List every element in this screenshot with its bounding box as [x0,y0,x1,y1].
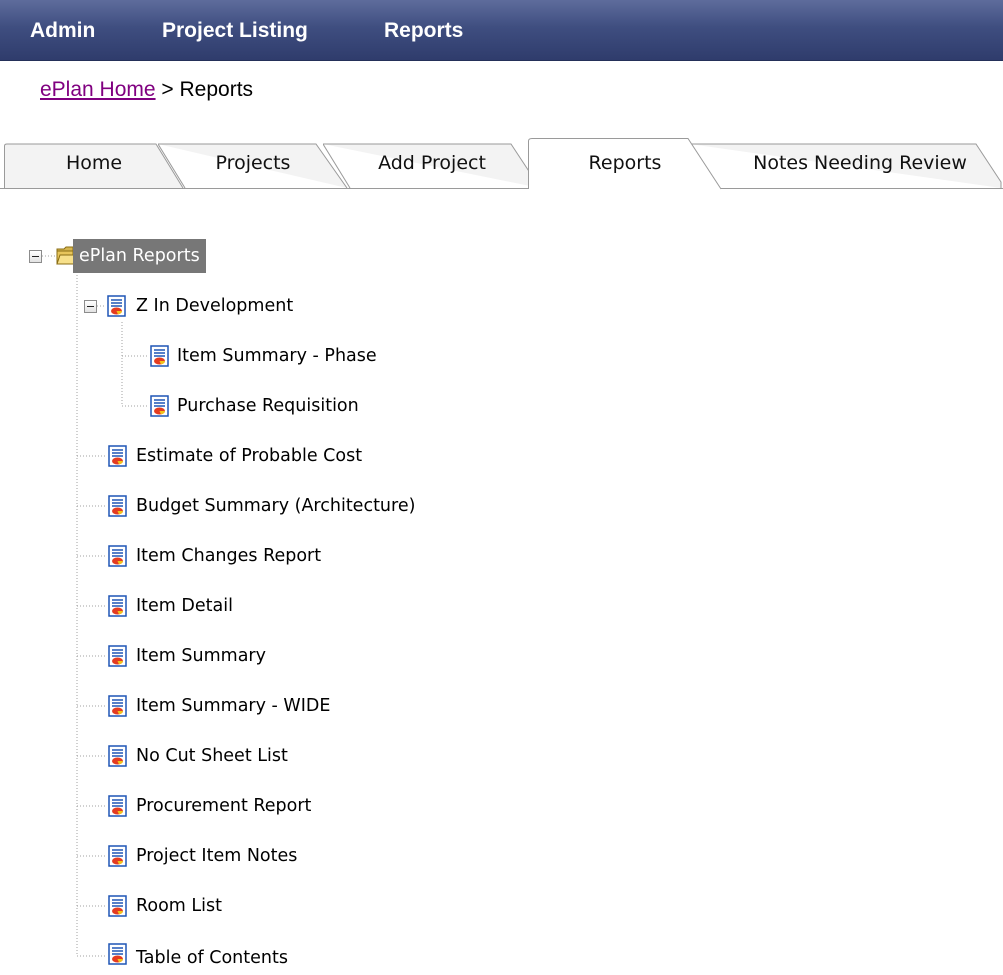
breadcrumb: ePlan Home > Reports [40,78,253,102]
tree-leaf-node[interactable]: No Cut Sheet List [107,739,527,773]
tab-notes-needing-review-label: Notes Needing Review [753,152,967,174]
report-icon [108,845,127,867]
tree-leaf-node[interactable]: Item Summary - WIDE [107,689,527,723]
tree-leaf-label: Item Summary [136,646,266,666]
tree-leaf-node[interactable]: Item Detail [107,589,527,623]
tree-leaf-node[interactable]: Table of Contents [107,933,527,968]
tree-root-label: ePlan Reports [73,239,206,273]
tree-leaf-label: No Cut Sheet List [136,746,288,766]
report-icon [108,943,127,965]
tree-leaf-label: Item Summary - Phase [177,346,377,366]
tree-leaf-node[interactable]: Item Changes Report [107,539,527,573]
tab-reports[interactable]: Reports [528,138,722,190]
report-icon [150,345,169,367]
report-icon [108,545,127,567]
tab-strip: Home Projects Add Project Reports Notes … [0,138,1003,190]
tree-leaf-node[interactable]: Item Summary - Phase [149,339,469,373]
tree-leaf-label: Item Changes Report [136,546,322,566]
report-icon [108,445,127,467]
report-icon [108,795,127,817]
breadcrumb-current: Reports [179,78,254,101]
tab-home-label: Home [65,152,123,174]
tree-leaf-node[interactable]: Budget Summary (Architecture) [107,489,527,523]
tree-leaf-label: Project Item Notes [136,846,298,866]
tree-leaf-node[interactable]: Room List [107,889,527,923]
breadcrumb-separator: > [155,78,180,101]
tree-leaf-label: Item Summary - WIDE [136,696,331,716]
tree-folder-label: Z In Development [136,296,294,316]
tree-leaf-label: Table of Contents [136,948,288,968]
tab-home[interactable]: Home [4,138,184,188]
tab-projects-label: Projects [215,152,291,174]
report-icon [150,395,169,417]
tree-leaf-label: Purchase Requisition [177,396,359,416]
report-icon [108,595,127,617]
tree-leaf-label: Room List [136,896,222,916]
report-icon [108,695,127,717]
tree-leaf-node[interactable]: Item Summary [107,639,527,673]
tree-leaf-label: Item Detail [136,596,233,616]
tab-add-project-label: Add Project [378,152,486,174]
tree-leaf-node[interactable]: Procurement Report [107,789,527,823]
tree-root-node[interactable]: ePlan Reports [56,239,266,273]
report-icon [108,645,127,667]
menu-item-project-listing[interactable]: Project Listing [162,18,308,44]
report-icon [108,745,127,767]
tab-projects[interactable]: Projects [158,138,348,188]
tab-notes-needing-review[interactable]: Notes Needing Review [690,138,1002,188]
report-icon [108,495,127,517]
top-menu-bar: Admin Project Listing Reports [0,0,1003,61]
breadcrumb-home-link[interactable]: ePlan Home [40,78,156,101]
tree-leaf-label: Budget Summary (Architecture) [136,496,416,516]
tree-leaf-node[interactable]: Project Item Notes [107,839,527,873]
root-collapse-toggle[interactable] [29,250,42,263]
report-icon [107,295,126,317]
tab-add-project[interactable]: Add Project [323,138,541,188]
menu-item-admin[interactable]: Admin [30,18,95,44]
tab-reports-label: Reports [588,152,662,174]
tree-leaf-label: Procurement Report [136,796,312,816]
tree-leaf-node[interactable]: Purchase Requisition [149,389,469,423]
menu-item-reports[interactable]: Reports [384,18,463,44]
report-icon [108,895,127,917]
tree-leaf-node[interactable]: Estimate of Probable Cost [107,439,527,473]
folder-collapse-toggle[interactable] [84,300,97,313]
tree-leaf-label: Estimate of Probable Cost [136,446,363,466]
tree-folder-node[interactable]: Z In Development [106,289,406,323]
tab-baseline [0,188,1003,189]
